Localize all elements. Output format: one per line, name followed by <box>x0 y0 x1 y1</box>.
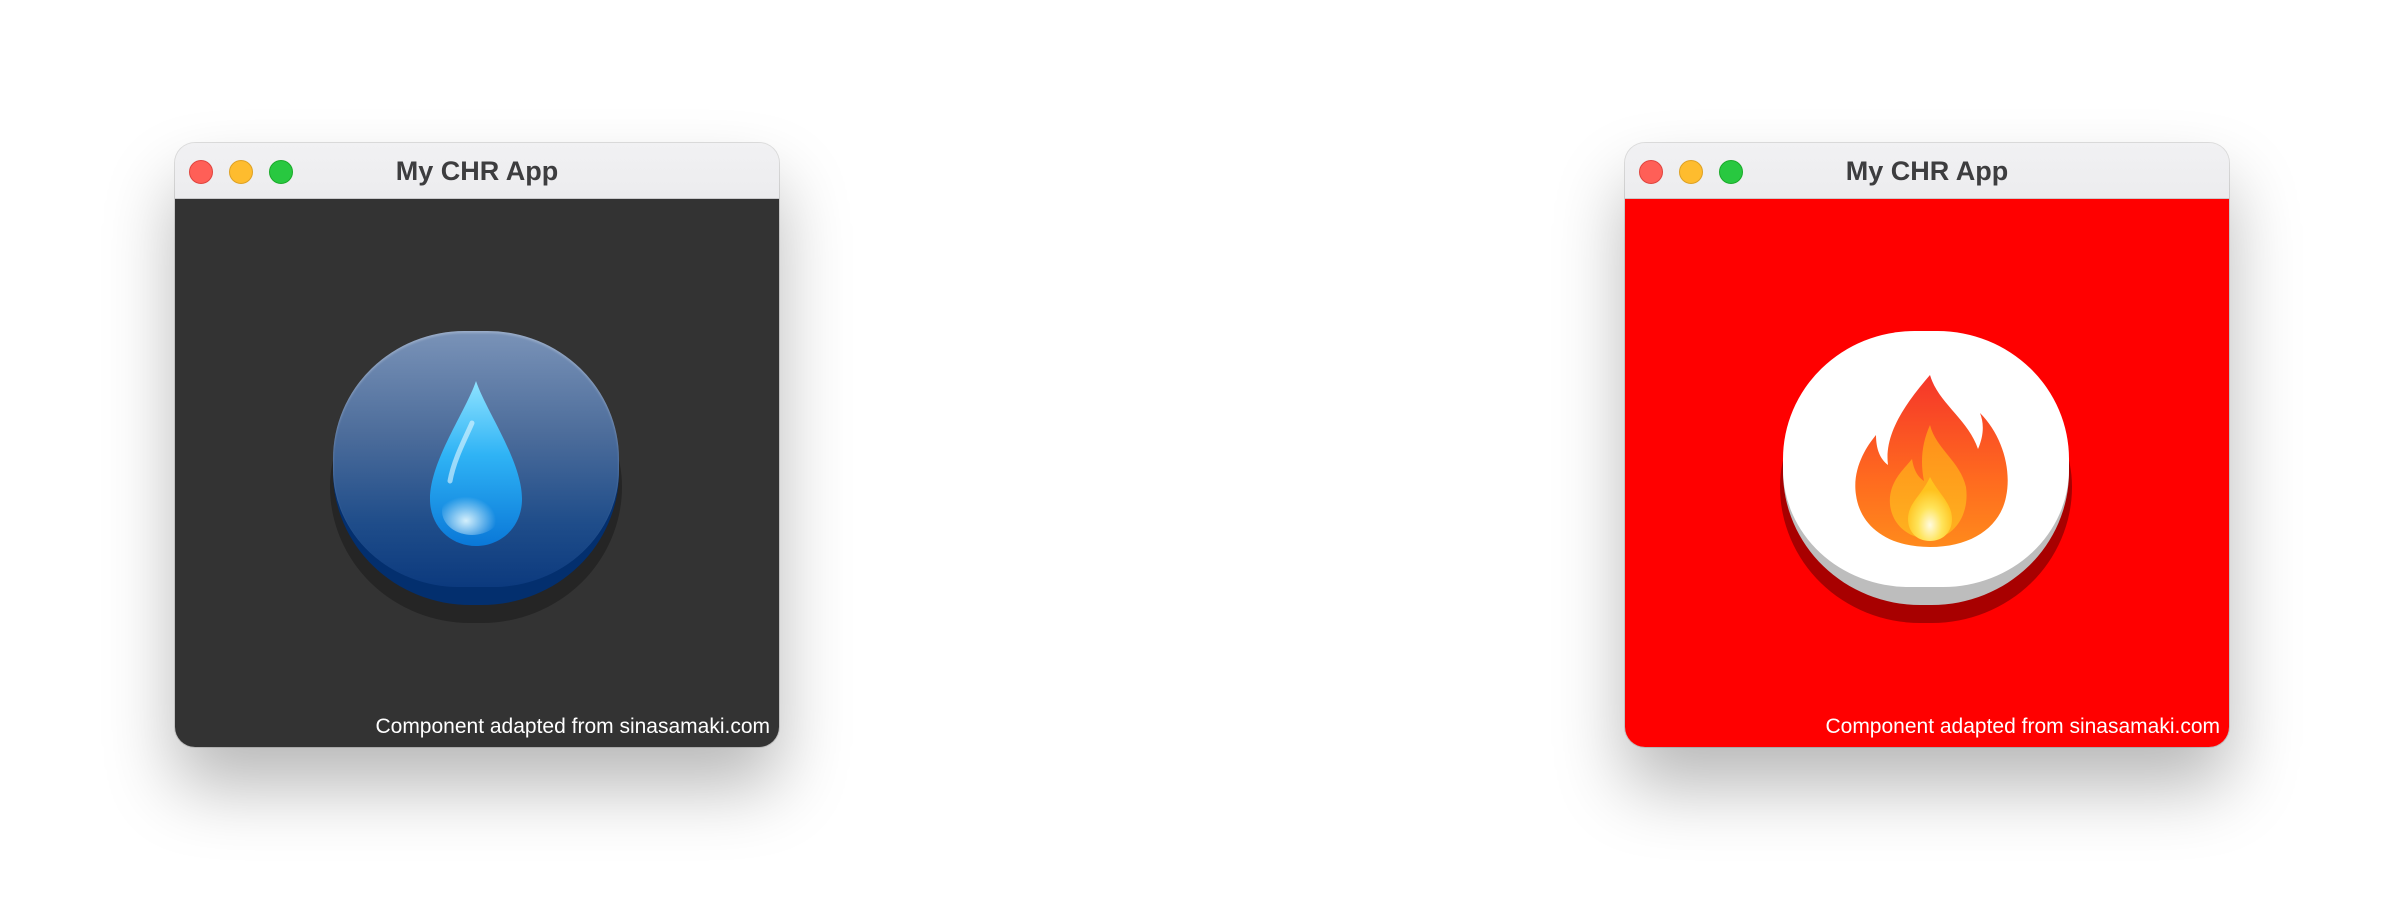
credit-text: Component adapted from sinasamaki.com <box>1825 715 2220 738</box>
fire-button[interactable] <box>1780 331 2072 623</box>
credit-text: Component adapted from sinasamaki.com <box>375 715 770 738</box>
app-window-fire: My CHR App Component adapted from sinasa… <box>1625 143 2229 747</box>
desktop-stage: My CHR App Component adapted from sinasa… <box>0 0 2400 900</box>
fire-icon <box>1855 375 2008 547</box>
water-drop-icon <box>430 381 522 546</box>
window-content: Component adapted from sinasamaki.com <box>1625 199 2229 747</box>
water-button[interactable] <box>330 331 622 623</box>
window-title: My CHR App <box>1845 156 2009 186</box>
window-content: Component adapted from sinasamaki.com <box>175 199 779 747</box>
app-window-water: My CHR App Component adapted from sinasa… <box>175 143 779 747</box>
title-bar[interactable]: My CHR App <box>1625 143 2229 199</box>
window-title: My CHR App <box>395 156 559 186</box>
title-bar[interactable]: My CHR App <box>175 143 779 199</box>
